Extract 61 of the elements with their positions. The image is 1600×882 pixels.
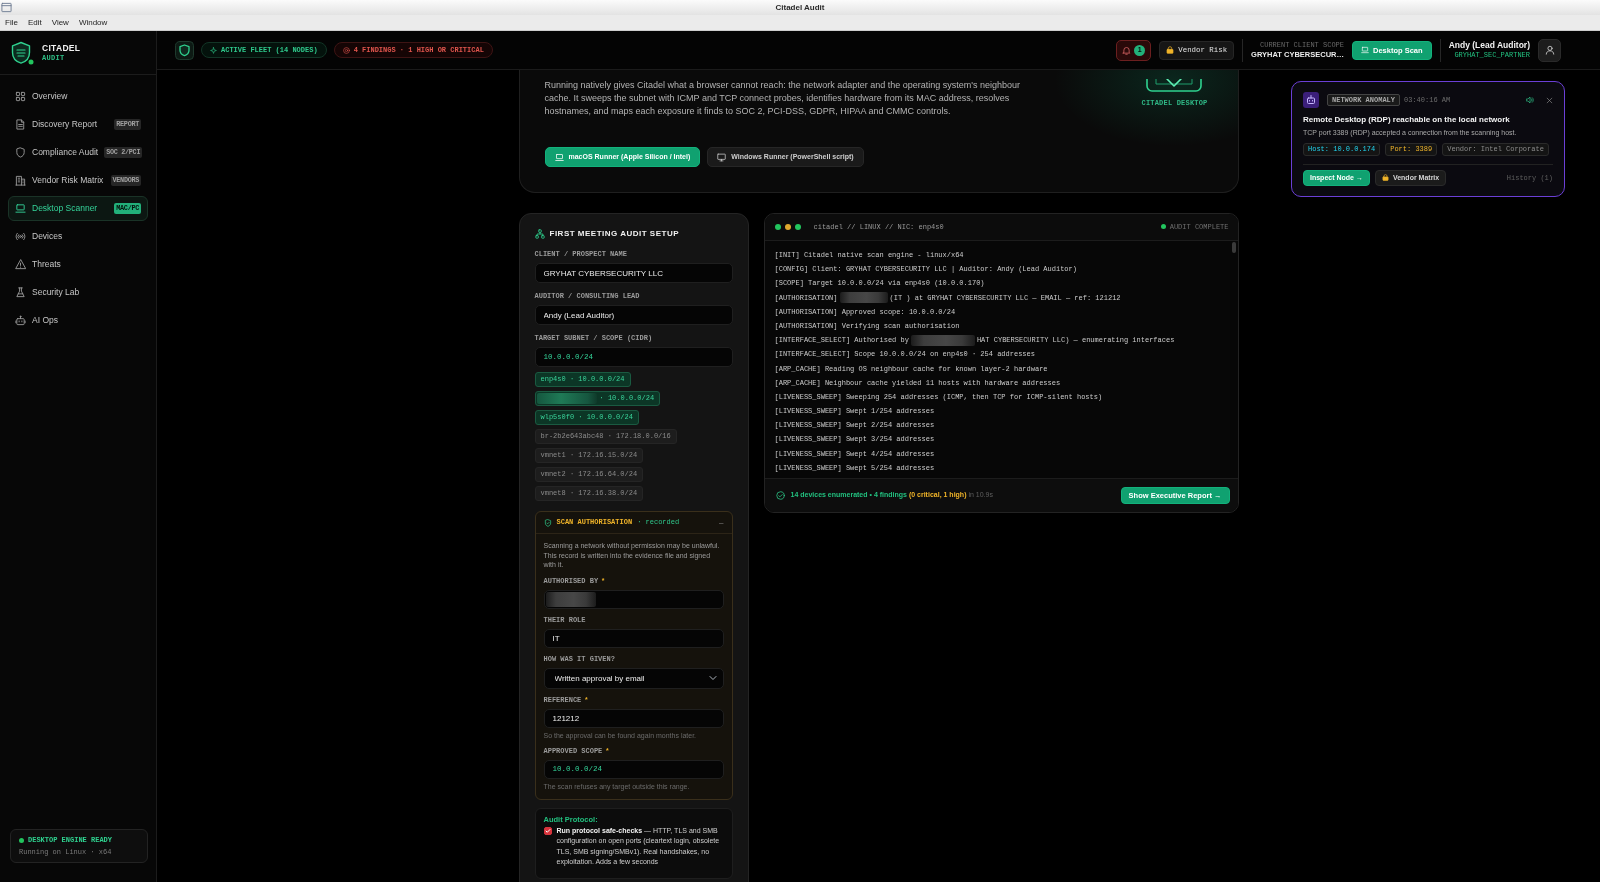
status-dot-icon [19,837,24,843]
menu-item[interactable]: File [5,17,18,28]
lock-icon [1166,46,1175,54]
redacted-block [839,292,888,304]
sparkle-icon [210,46,217,54]
document-icon [15,119,26,130]
collapse-button[interactable]: – [719,518,724,527]
shield-logo-icon [10,40,34,65]
network-icon [534,229,545,239]
redacted-block [910,334,975,346]
laptop-icon [554,152,564,162]
menu-item[interactable]: Edit [27,17,42,28]
input-field[interactable]: 121212 [543,708,724,728]
window-dot-icon [774,224,781,230]
warning-icon [15,259,26,270]
laptop-icon [15,203,26,214]
select-field[interactable]: Written approval by email [543,667,724,689]
window-dot-icon [794,224,801,230]
nav-item[interactable]: AI Ops [8,308,148,333]
window-title: Citadel Audit [775,2,825,13]
status-dot-icon [1160,224,1166,230]
checkbox[interactable] [543,827,552,835]
input-field[interactable]: GRYHAT CYBERSECURITY LLC [534,263,733,283]
window-icon [1,2,12,13]
robot-icon [15,315,26,326]
scrollbar-thumb[interactable] [1231,242,1236,253]
lock-icon [1381,174,1389,182]
nav-item[interactable]: Overview [8,84,148,109]
building-icon [15,175,26,186]
redacted-block [545,591,596,607]
profile-button[interactable] [1538,38,1561,62]
close-icon[interactable] [1546,96,1553,104]
input-field[interactable]: Andy (Lead Auditor) [534,305,733,325]
nav-item[interactable]: Devices [8,224,148,249]
brand-name: CITADEL [42,42,81,53]
logo-icon [1144,79,1205,93]
signal-waves-icon [15,231,26,242]
toast-title: Remote Desktop (RDP) reachable on the local network [1303,115,1511,125]
sound-icon[interactable] [1526,96,1534,104]
person-icon [1544,45,1555,55]
monitor-icon [717,152,727,162]
window-dot-icon [784,224,791,230]
check-circle-icon [775,491,785,500]
hero-description: Running natively gives Citadel what a browser cannot reach: the network adapter and the operating system's neighbour cache. It sweeps the subnet with ICMP and TCP connect probes, identifies hardware from its MAC address, resolves hostnames, and maps each exposure it finds to SOC 2, PCI-DSS, GDPR, HIPAA and CMMC controls. [544,79,1021,118]
flask-icon [15,287,26,298]
card-title: FIRST MEETING AUDIT SETUP [549,229,680,239]
nav-item[interactable]: Threats [8,252,148,277]
nav-item[interactable]: Security Lab [8,280,148,305]
shield-check-icon [543,518,552,527]
bell-icon [1122,45,1132,55]
target-icon [342,46,350,54]
shield-logo-icon [175,40,194,60]
menu-item[interactable]: View [51,17,69,28]
menu-item[interactable]: Window [78,17,108,28]
input-field[interactable]: IT [543,628,724,648]
robot-icon [1303,92,1319,108]
shield-icon [15,147,26,158]
laptop-icon [1361,46,1369,54]
user-name: Andy (Lead Auditor) [1448,40,1530,51]
grid-icon [15,91,26,102]
input-field[interactable] [543,589,724,609]
